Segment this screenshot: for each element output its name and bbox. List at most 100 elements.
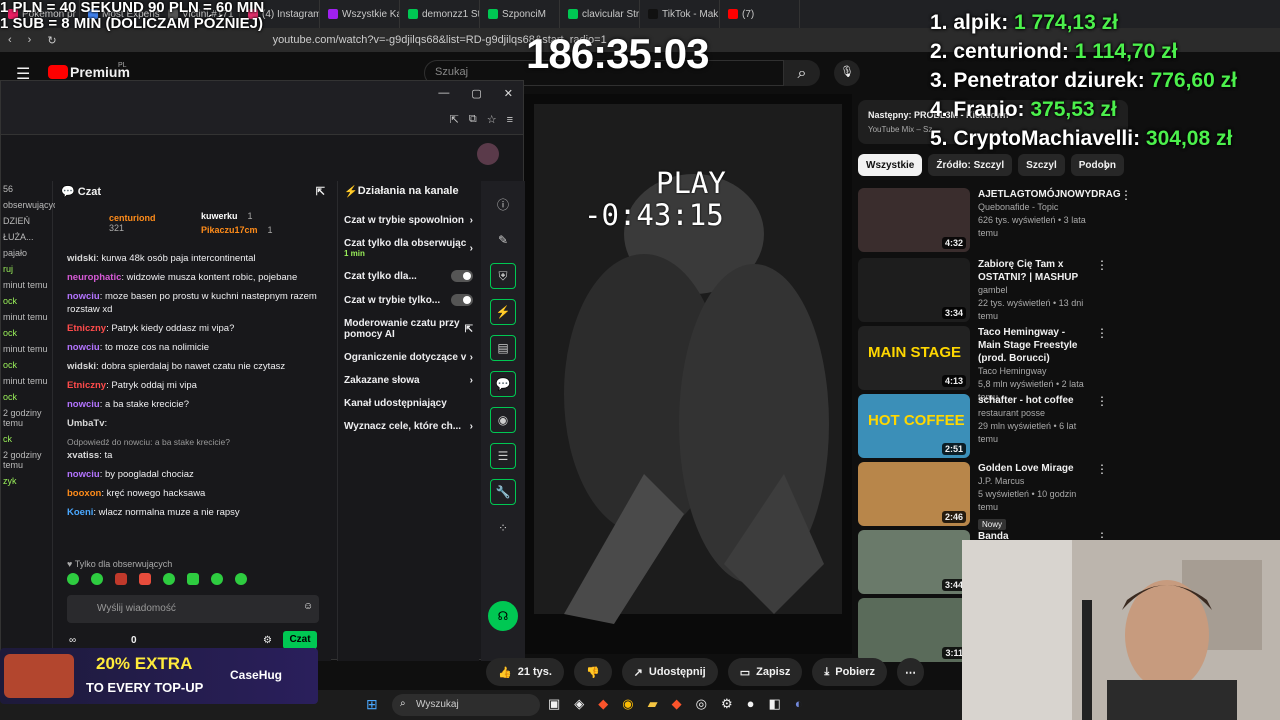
- browser-tab[interactable]: Wszystkie Kal: [320, 0, 400, 28]
- task-view-icon[interactable]: ▣: [548, 696, 560, 712]
- chat-username[interactable]: nowciu: [67, 291, 100, 302]
- headset-icon[interactable]: ☊: [488, 601, 518, 631]
- chrome-icon[interactable]: ◉: [622, 696, 633, 712]
- download-button[interactable]: ⤓ Pobierz: [812, 658, 887, 686]
- video-thumbnail[interactable]: 4:32: [858, 188, 970, 252]
- mod-setting-item[interactable]: Czat w trybie spowolnion ›: [338, 215, 479, 226]
- search-icon[interactable]: ⌕: [784, 60, 820, 86]
- video-thumbnail[interactable]: MAIN STAGE 4:13: [858, 326, 970, 390]
- more-actions-button[interactable]: ⋯: [896, 658, 924, 686]
- recommendation-item[interactable]: MAIN STAGE 4:13 Taco Hemingway - Main Stag…: [858, 326, 1108, 402]
- video-thumbnail[interactable]: 3:34: [858, 258, 970, 322]
- forward-icon[interactable]: ›: [28, 34, 32, 46]
- brave-icon[interactable]: ◆: [598, 696, 608, 712]
- emote-icon[interactable]: [115, 573, 127, 585]
- chat-input[interactable]: Wyślij wiadomość: [67, 595, 319, 623]
- emote-icon[interactable]: [187, 573, 199, 585]
- mod-setting-item[interactable]: Wyznacz cele, które ch... ›: [338, 421, 479, 432]
- lightning-icon[interactable]: ⚡: [490, 299, 516, 325]
- bookmark-icon[interactable]: ☆: [487, 113, 497, 126]
- list-icon[interactable]: ☰: [490, 443, 516, 469]
- chat-username[interactable]: booxon: [67, 488, 101, 499]
- dislike-button[interactable]: 👎: [573, 658, 612, 686]
- chat-username[interactable]: widski: [67, 361, 96, 372]
- extensions-icon[interactable]: ⧉: [469, 113, 477, 126]
- back-icon[interactable]: ‹: [8, 34, 12, 46]
- close-icon[interactable]: ✕: [504, 87, 513, 100]
- mod-setting-item[interactable]: Czat tylko dla...: [338, 270, 479, 282]
- youtube-logo-icon[interactable]: [48, 65, 68, 79]
- mod-setting-item[interactable]: Kanał udostępniający: [338, 398, 479, 409]
- shield-icon[interactable]: ⛨: [490, 263, 516, 289]
- copilot-icon[interactable]: ◈: [574, 696, 584, 712]
- more-options-icon[interactable]: ⋮: [1120, 188, 1132, 252]
- chat-username[interactable]: nowciu: [67, 469, 100, 480]
- recommendation-item[interactable]: HOT COFFEE 2:51 schafter - hot coffee resta…: [858, 394, 1108, 458]
- settings-gear-icon[interactable]: ⚙: [263, 635, 272, 646]
- share-button[interactable]: ↗ Udostępnij: [621, 658, 718, 686]
- emote-icon[interactable]: [211, 573, 223, 585]
- steam-icon[interactable]: ◎: [696, 696, 707, 712]
- chat-username[interactable]: UmbaTv: [67, 418, 104, 429]
- more-options-icon[interactable]: ⋮: [1096, 462, 1108, 526]
- browser-tab[interactable]: (7): [720, 0, 800, 28]
- more-options-icon[interactable]: ⋮: [1096, 326, 1108, 390]
- chat-username[interactable]: Etniczny: [67, 323, 106, 334]
- more-options-icon[interactable]: ⋮: [1096, 394, 1108, 458]
- toggle-switch[interactable]: [451, 270, 473, 282]
- apps-icon[interactable]: ⁘: [490, 515, 516, 541]
- mic-icon[interactable]: 🎙: [834, 60, 860, 86]
- browser-tab[interactable]: SzponciM: [480, 0, 560, 28]
- chat-bubble-icon[interactable]: 💬: [490, 371, 516, 397]
- mod-setting-item[interactable]: Zakazane słowa ›: [338, 375, 479, 386]
- filter-chip[interactable]: Wszystkie: [858, 154, 923, 176]
- settings-icon[interactable]: ⚙: [721, 696, 733, 712]
- mod-setting-item[interactable]: Czat tylko dla obserwując 1 min ›: [338, 238, 479, 258]
- minimize-icon[interactable]: —: [438, 87, 449, 99]
- filter-chip[interactable]: Źródło: Szczyl: [928, 154, 1013, 176]
- send-chat-button[interactable]: Czat: [283, 631, 317, 649]
- discord-icon[interactable]: ◐: [795, 696, 803, 712]
- obs-icon[interactable]: ●: [747, 696, 755, 712]
- popout-icon[interactable]: ⇱: [316, 185, 325, 198]
- browser-tab[interactable]: TikTok - Mak: [640, 0, 720, 28]
- menu-icon[interactable]: ≡: [507, 114, 513, 126]
- emote-picker-icon[interactable]: ☺: [303, 601, 313, 612]
- explorer-icon[interactable]: ▰: [648, 696, 658, 712]
- browser-tab[interactable]: clavicular Str: [560, 0, 640, 28]
- reload-icon[interactable]: ↻: [47, 34, 56, 47]
- windows-start-icon[interactable]: ⊞: [366, 696, 378, 713]
- emote-icon[interactable]: [67, 573, 79, 585]
- emote-icon[interactable]: [235, 573, 247, 585]
- recommendation-item[interactable]: 4:32 AJETLAGTOMÓJNOWYDRAG Quebonafide - To…: [858, 188, 1132, 252]
- wrench-icon[interactable]: 🔧: [490, 479, 516, 505]
- brave-active-icon[interactable]: ◆: [672, 696, 682, 712]
- channel-points-icon[interactable]: ∞: [69, 635, 76, 646]
- chat-username[interactable]: xvatiss: [67, 450, 99, 461]
- mod-setting-item[interactable]: Czat w trybie tylko...: [338, 294, 479, 306]
- document-icon[interactable]: ▤: [490, 335, 516, 361]
- more-options-icon[interactable]: ⋮: [1096, 258, 1108, 322]
- maximize-icon[interactable]: ▢: [471, 87, 481, 100]
- mod-setting-item[interactable]: Moderowanie czatu przy pomocy AI ⇱: [338, 318, 479, 340]
- pencil-icon[interactable]: ✎: [490, 227, 516, 253]
- save-button[interactable]: ▭ Zapisz: [727, 658, 803, 686]
- broadcast-icon[interactable]: ◉: [490, 407, 516, 433]
- taskbar-search-input[interactable]: Wyszukaj: [392, 694, 540, 716]
- emote-icon[interactable]: [139, 573, 151, 585]
- chat-username[interactable]: Koeni: [67, 507, 93, 518]
- emote-icon[interactable]: [163, 573, 175, 585]
- emote-icon[interactable]: [91, 573, 103, 585]
- chat-username[interactable]: Etniczny: [67, 380, 106, 391]
- chat-username[interactable]: neurophatic: [67, 272, 121, 283]
- recommendation-item[interactable]: 2:46 Golden Love Mirage J.P. Marcus 5 wyświ…: [858, 462, 1108, 530]
- app-icon[interactable]: ◧: [769, 696, 781, 712]
- promo-banner[interactable]: 20% EXTRA TO EVERY TOP-UP CaseHug: [0, 648, 318, 704]
- filter-chip[interactable]: Podobn: [1070, 154, 1124, 176]
- info-icon[interactable]: ⓘ: [490, 191, 516, 217]
- recommendation-item[interactable]: 3:34 Zabiorę Cię Tam x OSTATNI? | MASHUP g…: [858, 258, 1108, 322]
- filter-chip[interactable]: Szczyl: [1018, 154, 1065, 176]
- video-thumbnail[interactable]: 3:44: [858, 530, 970, 594]
- video-thumbnail[interactable]: HOT COFFEE 2:51: [858, 394, 970, 458]
- like-button[interactable]: 👍 21 tys.: [486, 658, 564, 686]
